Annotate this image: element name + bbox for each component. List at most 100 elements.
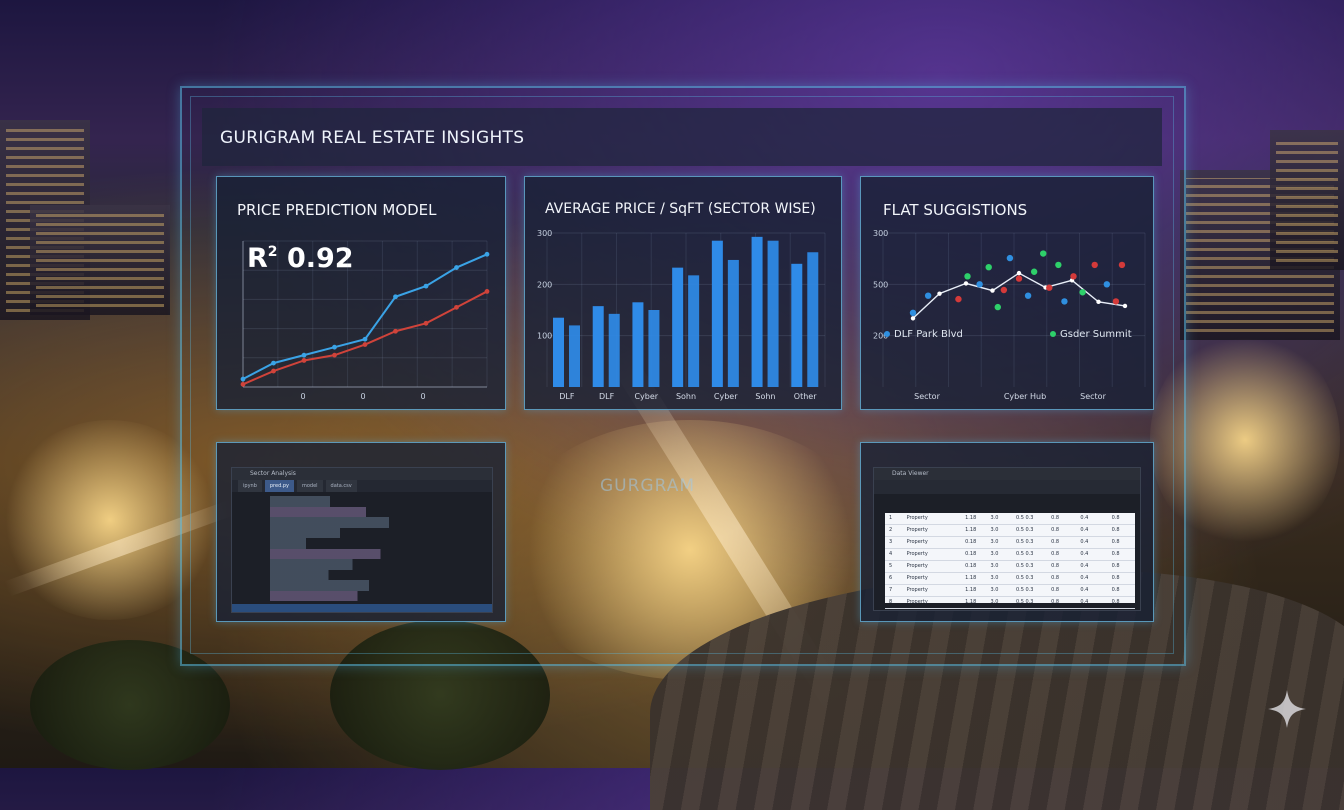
x-axis-label: Sector (914, 392, 940, 401)
table-row[interactable]: 3 Property 0.18 3.0 0.5 0.3 0.8 0.4 0.8 (885, 537, 1135, 549)
series-point-1 (454, 304, 459, 310)
table-cell: Property (906, 551, 928, 557)
ide-tab[interactable]: pred.py (264, 480, 294, 492)
table-cell: Property (906, 575, 928, 581)
data-table[interactable]: 1 Property 1.18 3.0 0.5 0.3 0.8 0.4 0.8 2 Propert… (885, 513, 1135, 609)
table-cell: 0.4 (1080, 575, 1089, 581)
ide-tab[interactable]: data.csv (325, 480, 357, 492)
y-tick-label: 500 (873, 280, 888, 289)
table-row[interactable]: 6 Property 1.18 3.0 0.5 0.3 0.8 0.4 0.8 (885, 573, 1135, 585)
building (1270, 130, 1344, 270)
scatter-point (1091, 261, 1098, 269)
table-cell: 6 (889, 575, 893, 581)
prediction-panel[interactable]: PRICE PREDICTION MODEL R2 0.92 000 (216, 176, 506, 410)
ide-panel[interactable]: Sector Analysis ipynb pred.py model data… (216, 442, 506, 622)
table-row[interactable]: 2 Property 1.18 3.0 0.5 0.3 0.8 0.4 0.8 (885, 525, 1135, 537)
bar (569, 325, 580, 387)
code-line (270, 506, 430, 517)
scatter-point (1006, 254, 1014, 262)
scatter-point (955, 295, 962, 303)
trend-point (963, 281, 969, 286)
bar (807, 252, 819, 387)
scatter-point (1024, 292, 1032, 299)
bar (672, 267, 684, 387)
table-cell: 3.0 (990, 563, 999, 569)
dashboard-title: GURIGRAM REAL ESTATE INSIGHTS (220, 128, 525, 148)
code-line (270, 548, 440, 559)
legend-label: DLF Park Blvd (894, 329, 963, 340)
table-cell: 0.8 (1051, 599, 1060, 605)
x-tick-label: 0 (360, 392, 365, 401)
table-cell: 0.5 0.3 (1015, 527, 1034, 533)
table-cell: 0.8 (1051, 515, 1060, 521)
table-cell: 0.8 (1111, 563, 1120, 569)
y-tick-label: 100 (537, 332, 552, 341)
trend-point (1016, 270, 1022, 276)
bar (727, 259, 739, 387)
table-cell: 1.18 (965, 599, 977, 605)
scatter-point (909, 309, 917, 316)
table-cell: 0.8 (1051, 539, 1060, 545)
category-label: Cyber (634, 392, 658, 401)
scatter-point (1070, 273, 1077, 280)
table-cell: 0.5 0.3 (1015, 575, 1034, 581)
series-point-0 (362, 336, 368, 342)
scatter-point (1040, 250, 1047, 257)
center-sign: GURGRAM (600, 476, 696, 496)
y-tick-label: 300 (537, 229, 552, 238)
x-axis-label: Sector (1080, 392, 1106, 401)
scatter-point (976, 281, 983, 288)
scatter-point (1000, 286, 1008, 294)
ide-tab[interactable]: ipynb (238, 480, 262, 492)
code-line (270, 569, 400, 580)
bar (791, 263, 803, 387)
series-point-0 (423, 283, 429, 289)
table-title-bar: Data Viewer (874, 468, 1140, 480)
category-label: Cyber (714, 392, 738, 401)
scatter-point (1103, 281, 1111, 288)
trend-point (990, 288, 995, 293)
ide-code-area[interactable] (232, 492, 492, 601)
series-point-1 (423, 320, 429, 326)
table-cell: Property (906, 599, 928, 605)
bar (553, 317, 564, 387)
bar (608, 313, 620, 387)
series-point-1 (240, 381, 246, 387)
table-cell: 0.8 (1111, 527, 1120, 533)
table-row[interactable]: 8 Property 1.18 3.0 0.5 0.3 0.8 0.4 0.8 (885, 597, 1135, 609)
price-panel[interactable]: AVERAGE PRICE / SqFT (SECTOR WISE) 300 20… (524, 176, 842, 410)
ide-tab[interactable]: model (296, 480, 323, 492)
table-row[interactable]: 4 Property 0.18 3.0 0.5 0.3 0.8 0.4 0.8 (885, 549, 1135, 561)
ide-tabs: ipynb pred.py model data.csv (232, 480, 492, 492)
table-cell: 3.0 (990, 539, 999, 545)
table-cell: 0.4 (1080, 527, 1089, 533)
series-point-0 (454, 265, 459, 270)
series-point-0 (301, 352, 307, 358)
table-panel[interactable]: Data Viewer 1 Property 1.18 3.0 0.5 0.3 0.8 0.… (860, 442, 1154, 622)
series-point-1 (301, 358, 307, 363)
table-row[interactable]: 7 Property 1.18 3.0 0.5 0.3 0.8 0.4 0.8 (885, 585, 1135, 597)
table-cell: 0.8 (1111, 587, 1120, 593)
table-cell: 3 (889, 539, 893, 545)
table-cell: 3.0 (990, 587, 999, 593)
table-cell: 2 (889, 527, 893, 533)
bar (632, 302, 644, 387)
ide-window[interactable]: Sector Analysis ipynb pred.py model data… (231, 467, 493, 613)
table-cell: 0.8 (1111, 539, 1120, 545)
x-axis-label: Cyber Hub (1004, 392, 1046, 401)
category-label: Sohn (676, 392, 696, 401)
table-cell: 0.5 0.3 (1015, 551, 1034, 557)
sector-price-bar-chart: 300 200 100 DLF DLF Cyber Sohn Cyber Sohn Other (537, 229, 826, 401)
table-row[interactable]: 1 Property 1.18 3.0 0.5 0.3 0.8 0.4 0.8 (885, 513, 1135, 525)
suggestions-panel[interactable]: FLAT SUGGISTIONS 300 500 200 DLF Park Blvd G… (860, 176, 1154, 410)
table-cell: 0.5 0.3 (1015, 599, 1034, 605)
bar (751, 236, 763, 387)
table-row[interactable]: 5 Property 0.18 3.0 0.5 0.3 0.8 0.4 0.8 (885, 561, 1135, 573)
series-point-0 (484, 251, 490, 257)
series-point-0 (240, 376, 246, 382)
table-cell: 0.4 (1080, 563, 1089, 569)
y-tick-label: 300 (873, 229, 888, 238)
sparkle-icon (1268, 690, 1306, 728)
table-cell: 0.8 (1111, 575, 1120, 581)
table-cell: 4 (889, 551, 893, 557)
